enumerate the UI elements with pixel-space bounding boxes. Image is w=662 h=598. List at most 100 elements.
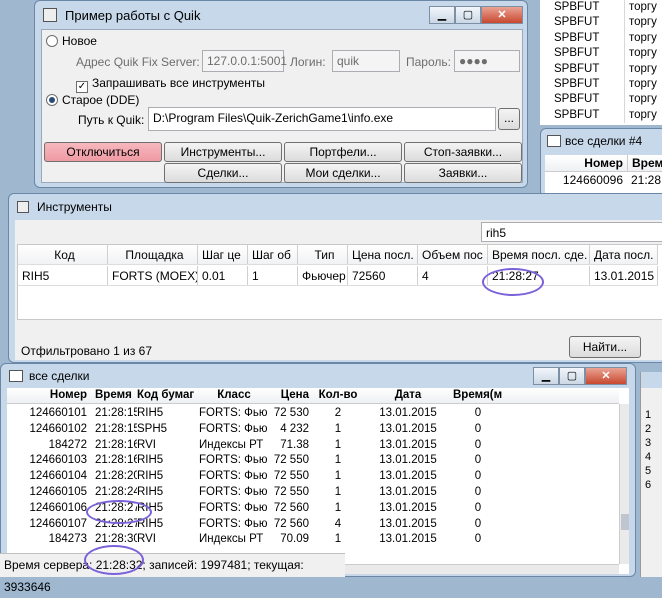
window-title: Пример работы с Quik: [65, 7, 201, 23]
column-header[interactable]: Тип: [298, 245, 348, 264]
table-cell: торгу: [624, 46, 662, 62]
instruments-panel: rih5 Код Площадка Шаг це Шаг об Тип Цена…: [15, 220, 662, 360]
close-button[interactable]: ✕: [481, 6, 523, 24]
table-cell: 72 550: [273, 486, 309, 498]
table-cell: 13.01.2015: [379, 422, 437, 435]
table-row[interactable]: 124660107 21:28:27 RIH5 FORTS: Фью 72 560 4 13…: [7, 517, 619, 532]
server-label: Адрес Quik Fix Server:: [76, 55, 200, 69]
orders-button[interactable]: Заявки...: [404, 163, 522, 183]
table-cell: 124660105: [29, 486, 87, 498]
password-label: Пароль:: [406, 55, 451, 69]
path-input[interactable]: D:\Program Files\Quik-ZerichGame1\info.e…: [148, 107, 496, 131]
column-header[interactable]: Цена: [269, 388, 313, 403]
column-header[interactable]: Код: [18, 245, 108, 264]
table-row[interactable]: 124660104 21:28:20 RIH5 FORTS: Фью 72 550 1 13…: [7, 469, 619, 484]
instruments-button[interactable]: Инструменты...: [164, 142, 282, 162]
table-cell: 13.01.2015: [379, 533, 437, 546]
table-cell: 21:28:27: [95, 501, 137, 514]
side-digit: 4: [645, 451, 652, 463]
table-cell: FORTS: Фью: [199, 454, 268, 467]
table-cell: 124660102: [29, 422, 87, 435]
maximize-button[interactable]: ▢: [559, 367, 585, 385]
path-label: Путь к Quik:: [78, 113, 145, 127]
password-input[interactable]: ●●●●: [454, 50, 520, 72]
column-header[interactable]: Дата: [363, 388, 453, 403]
table-cell: торгу: [624, 61, 662, 77]
table-row: SPBFUT торгу: [540, 92, 662, 108]
table-cell: 13.01.2015: [590, 266, 658, 285]
find-button[interactable]: Найти...: [569, 336, 641, 358]
maximize-button[interactable]: ▢: [455, 6, 481, 24]
table-cell: 0: [474, 438, 482, 451]
filter-input[interactable]: rih5: [481, 222, 662, 242]
table-row[interactable]: 124660106 21:28:27 RIH5 FORTS: Фью 72 560 1 13…: [7, 501, 619, 516]
table-row[interactable]: 184272 21:28:16 RVI Индексы РТ 71.38 1 13.01.2…: [7, 438, 619, 453]
table-row[interactable]: RIH5 FORTS (MOEX) 0.01 1 Фьючер 72560 4 …: [18, 266, 658, 286]
table-cell: SPBFUT: [554, 93, 600, 106]
column-header[interactable]: Номер: [545, 155, 627, 171]
table-cell: 13.01.2015: [379, 486, 437, 498]
quik-connect-window: Пример работы с Quik ▁ ▢ ✕ Новое Адрес Q…: [34, 0, 528, 188]
column-header[interactable]: Площадка: [108, 245, 198, 264]
my-deals-button[interactable]: Мои сделки...: [284, 163, 402, 183]
table-cell: 124660103: [29, 454, 87, 467]
table-cell: 1: [334, 470, 342, 483]
column-header[interactable]: Цена посл.: [348, 245, 418, 264]
browse-button[interactable]: ...: [498, 108, 520, 130]
old-dde-label: Старое (DDE): [62, 93, 140, 107]
table-cell: торгу: [624, 15, 662, 31]
column-header[interactable]: Время посл. сде.: [488, 245, 590, 264]
table-cell: 21:28:16: [95, 454, 137, 467]
table-cell: торгу: [624, 30, 662, 47]
column-header[interactable]: Объем пос: [418, 245, 488, 264]
column-header[interactable]: Шаг це: [198, 245, 248, 264]
portfolios-button[interactable]: Портфели...: [284, 142, 402, 162]
column-header[interactable]: Номер: [7, 388, 91, 403]
window-title: Инструменты: [37, 200, 112, 214]
column-header[interactable]: Врем: [627, 155, 662, 171]
minimize-button[interactable]: ▁: [533, 367, 559, 385]
table-cell: 0: [474, 533, 482, 546]
table-row[interactable]: 124660102 21:28:15 SPH5 FORTS: Фью 4 232 1 13.…: [7, 422, 619, 437]
table-row[interactable]: 184273 21:28:30 RVI Индексы РТ 70.09 1 13.01.2…: [7, 532, 619, 547]
instruments-window: Инструменты rih5 Код Площадка Шаг це Шаг…: [8, 193, 662, 363]
close-button[interactable]: ✕: [585, 367, 627, 385]
column-header[interactable]: Время: [91, 388, 137, 403]
column-header[interactable]: Дата посл. сде: [590, 245, 658, 264]
table-cell: FORTS (MOEX): [108, 266, 198, 285]
table-cell: 0: [474, 517, 482, 530]
column-header[interactable]: Шаг об: [248, 245, 298, 264]
request-all-checkbox[interactable]: ✓ Запрашивать все инструменты: [76, 76, 265, 93]
table-cell: Индексы РТ: [199, 533, 264, 546]
minimize-button[interactable]: ▁: [429, 6, 455, 24]
deals-button[interactable]: Сделки...: [164, 163, 282, 183]
column-header[interactable]: Время(м: [453, 388, 503, 403]
vertical-scrollbar[interactable]: [619, 404, 629, 564]
stop-orders-button[interactable]: Стоп-заявки...: [404, 142, 522, 162]
table-cell: 21:28:20: [95, 470, 137, 483]
new-radio[interactable]: Новое: [46, 34, 97, 48]
window-title: все сделки: [29, 369, 90, 383]
table-row[interactable]: 124660105 21:28:24 RIH5 FORTS: Фью 72 550 1 13…: [7, 485, 619, 500]
new-label: Новое: [62, 34, 97, 48]
table-cell: 124660106: [29, 501, 87, 514]
table-row[interactable]: 124660103 21:28:16 RIH5 FORTS: Фью 72 550 1 13…: [7, 453, 619, 468]
table-cell: 72560: [348, 266, 418, 285]
table-cell: Индексы РТ: [199, 438, 264, 451]
login-input[interactable]: quik: [332, 50, 400, 72]
table-cell: 21:28:24: [95, 486, 137, 498]
app-icon: [43, 8, 57, 22]
table-cell: 21:28:15: [95, 407, 137, 419]
table-cell: 1: [334, 486, 342, 498]
column-header[interactable]: Класс: [199, 388, 269, 403]
table-row[interactable]: 124660101 21:28:15 RIH5 FORTS: Фью 72 530 2 13…: [7, 406, 619, 421]
server-input[interactable]: 127.0.0.1:5001: [202, 50, 287, 72]
table-cell: 13.01.2015: [379, 407, 437, 419]
disconnect-button[interactable]: Отключиться: [44, 142, 162, 162]
table-row[interactable]: 124660096 21:28: [545, 172, 662, 188]
column-header[interactable]: Кол-во: [313, 388, 363, 403]
column-header[interactable]: Код бумаг: [137, 388, 199, 403]
table-cell: 4 232: [280, 422, 309, 435]
table-cell: Фьючер: [298, 266, 348, 285]
old-dde-radio[interactable]: Старое (DDE): [46, 93, 139, 107]
